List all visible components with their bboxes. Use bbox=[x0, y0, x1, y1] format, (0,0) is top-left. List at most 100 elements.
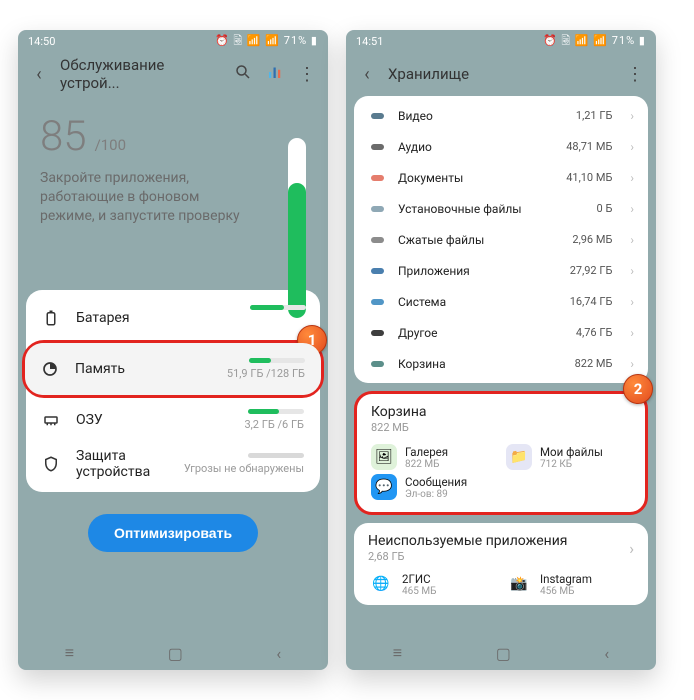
storage-cat-row[interactable]: Видео 1,21 ГБ › bbox=[354, 100, 648, 131]
more-icon[interactable]: ⋮ bbox=[296, 64, 318, 85]
row-value: 3,2 ГБ /6 ГБ bbox=[244, 418, 304, 431]
row-label: Память bbox=[75, 361, 211, 377]
cat-value: 4,76 ГБ bbox=[576, 326, 613, 339]
cat-color-icon bbox=[368, 268, 386, 274]
cat-label: Другое bbox=[398, 326, 564, 340]
app-icon: 🌐 bbox=[368, 571, 394, 597]
storage-cat-row[interactable]: Корзина 822 МБ › bbox=[354, 348, 648, 379]
storage-categories: Видео 1,21 ГБ › Аудио 48,71 МБ › Докумен… bbox=[354, 96, 648, 383]
highlight-memory: 1 Память 51,9 ГБ /128 ГБ bbox=[22, 340, 324, 398]
ram-icon bbox=[42, 411, 60, 429]
chart-icon[interactable] bbox=[264, 63, 286, 86]
page-title: Обслуживание устрой... bbox=[60, 56, 222, 92]
row-label: ОЗУ bbox=[76, 412, 228, 428]
section-title: Неиспользуемые приложения bbox=[368, 533, 629, 549]
cat-label: Сжатые файлы bbox=[398, 233, 560, 247]
app-icon: 💬 bbox=[371, 474, 397, 500]
nav-back-icon[interactable]: ‹ bbox=[276, 644, 281, 663]
app-name: 2ГИС bbox=[402, 572, 436, 586]
optimize-button[interactable]: Оптимизировать bbox=[88, 514, 258, 552]
storage-cat-row[interactable]: Другое 4,76 ГБ › bbox=[354, 317, 648, 348]
status-indicators: ⏰ 🗟 📶 📶 71% ▮ bbox=[215, 32, 318, 51]
unused-apps-section[interactable]: Неиспользуемые приложения 2,68 ГБ › 🌐 2Г… bbox=[354, 523, 648, 605]
cat-value: 2,96 МБ bbox=[572, 233, 612, 246]
status-time: 14:50 bbox=[28, 35, 55, 48]
storage-cat-row[interactable]: Документы 41,10 МБ › bbox=[354, 162, 648, 193]
cat-color-icon bbox=[368, 299, 386, 305]
cat-label: Аудио bbox=[398, 140, 554, 154]
score-value: 85 bbox=[40, 112, 87, 161]
cat-value: 822 МБ bbox=[575, 357, 613, 370]
cat-color-icon bbox=[368, 237, 386, 243]
app-size: 712 КБ bbox=[540, 459, 603, 470]
storage-cat-row[interactable]: Приложения 27,92 ГБ › bbox=[354, 255, 648, 286]
row-ram[interactable]: ОЗУ 3,2 ГБ /6 ГБ bbox=[26, 398, 320, 442]
app-size: 822 МБ bbox=[405, 459, 448, 470]
row-battery[interactable]: Батарея bbox=[26, 296, 320, 340]
nav-home-icon[interactable]: ▢ bbox=[168, 644, 183, 663]
storage-cat-row[interactable]: Аудио 48,71 МБ › bbox=[354, 131, 648, 162]
score-panel: 85 /100 Закройте приложения, работающие … bbox=[18, 96, 328, 230]
chevron-right-icon: › bbox=[630, 140, 634, 154]
cat-label: Система bbox=[398, 295, 558, 309]
nav-home-icon[interactable]: ▢ bbox=[496, 644, 511, 663]
cat-label: Видео bbox=[398, 109, 564, 123]
cat-value: 0 Б bbox=[597, 202, 613, 215]
cat-value: 1,21 ГБ bbox=[576, 109, 613, 122]
trash-section[interactable]: 2 Корзина 822 МБ 🖼 Галерея 822 МБ📁 Мои ф… bbox=[354, 391, 648, 515]
nav-recents-icon[interactable]: ≡ bbox=[65, 643, 74, 663]
phone-storage: 14:51 ⏰ 🗟 📶 📶 71% ▮ ‹ Хранилище ⋮ Видео … bbox=[346, 30, 656, 670]
app-name: Сообщения bbox=[405, 475, 467, 489]
cat-color-icon bbox=[368, 175, 386, 181]
cat-color-icon bbox=[368, 113, 386, 119]
storage-cat-row[interactable]: Установочные файлы 0 Б › bbox=[354, 193, 648, 224]
more-icon[interactable]: ⋮ bbox=[624, 64, 646, 85]
app-icon: 📸 bbox=[506, 571, 532, 597]
app-item[interactable]: 🖼 Галерея 822 МБ bbox=[371, 444, 496, 470]
cat-label: Корзина bbox=[398, 357, 563, 371]
chevron-right-icon: › bbox=[630, 233, 634, 247]
cat-color-icon bbox=[368, 361, 386, 367]
search-icon[interactable] bbox=[232, 63, 254, 86]
app-icon: 🖼 bbox=[371, 444, 397, 470]
section-title: Корзина bbox=[371, 404, 631, 420]
cat-value: 27,92 ГБ bbox=[570, 264, 613, 277]
battery-icon bbox=[42, 309, 60, 327]
back-icon[interactable]: ‹ bbox=[28, 64, 50, 85]
nav-bar: ≡ ▢ ‹ bbox=[346, 636, 656, 670]
shield-icon bbox=[42, 455, 60, 473]
row-memory[interactable]: Память 51,9 ГБ /128 ГБ bbox=[25, 343, 321, 395]
row-label: Батарея bbox=[76, 310, 304, 326]
row-value: Угрозы не обнаружены bbox=[184, 462, 304, 475]
row-security[interactable]: Защита устройства Угрозы не обнаружены bbox=[26, 442, 320, 486]
app-size: 456 МБ bbox=[540, 586, 592, 597]
nav-back-icon[interactable]: ‹ bbox=[604, 644, 609, 663]
nav-bar: ≡ ▢ ‹ bbox=[18, 636, 328, 670]
score-max: /100 bbox=[95, 136, 126, 154]
row-label: Защита устройства bbox=[76, 448, 168, 480]
storage-cat-row[interactable]: Система 16,74 ГБ › bbox=[354, 286, 648, 317]
chevron-right-icon: › bbox=[630, 326, 634, 340]
cat-value: 48,71 МБ bbox=[566, 140, 612, 153]
category-list: Батарея 1 Память 51,9 ГБ /128 ГБ ОЗУ 3,2… bbox=[26, 290, 320, 492]
cat-label: Установочные файлы bbox=[398, 202, 585, 216]
nav-recents-icon[interactable]: ≡ bbox=[393, 643, 402, 663]
back-icon[interactable]: ‹ bbox=[356, 64, 378, 85]
app-item[interactable]: 📁 Мои файлы 712 КБ bbox=[506, 444, 631, 470]
status-indicators: ⏰ 🗟 📶 📶 71% ▮ bbox=[543, 32, 646, 51]
cat-value: 16,74 ГБ bbox=[570, 295, 613, 308]
cat-color-icon bbox=[368, 206, 386, 212]
app-name: Instagram bbox=[540, 572, 592, 586]
app-item[interactable]: 📸 Instagram 456 МБ bbox=[506, 571, 634, 597]
app-item[interactable]: 💬 Сообщения Эл-ов: 89 bbox=[371, 474, 496, 500]
app-item[interactable]: 🌐 2ГИС 465 МБ bbox=[368, 571, 496, 597]
row-value: 51,9 ГБ /128 ГБ bbox=[227, 367, 305, 380]
cat-label: Приложения bbox=[398, 264, 558, 278]
cat-value: 41,10 МБ bbox=[566, 171, 612, 184]
status-bar: 14:50 ⏰ 🗟 📶 📶 71% ▮ bbox=[18, 30, 328, 52]
advice-text: Закройте приложения, работающие в фоново… bbox=[40, 169, 240, 226]
storage-cat-row[interactable]: Сжатые файлы 2,96 МБ › bbox=[354, 224, 648, 255]
chevron-right-icon: › bbox=[630, 171, 634, 185]
score-gauge bbox=[288, 138, 306, 318]
app-size: 465 МБ bbox=[402, 586, 436, 597]
